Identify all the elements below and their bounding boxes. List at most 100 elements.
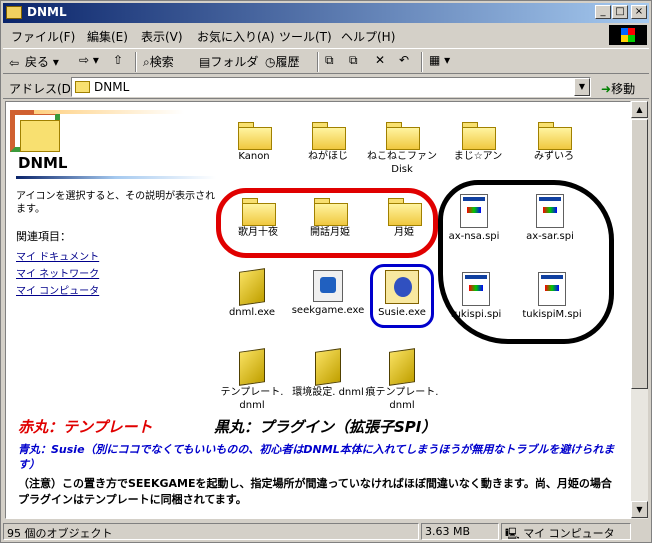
menu-file[interactable]: ファイル(F) <box>11 28 75 45</box>
views-icon: ▦ <box>429 53 441 67</box>
folder-icon <box>6 6 22 19</box>
vertical-scrollbar[interactable]: ▲ ▼ <box>631 101 648 519</box>
up-folder-button[interactable]: ⇧ <box>113 53 123 67</box>
go-button[interactable]: ➜移動 <box>601 80 635 97</box>
address-label: アドレス(D) <box>9 82 76 96</box>
folder-icon <box>462 122 496 150</box>
go-arrow-icon: ➜ <box>601 82 612 96</box>
go-label: 移動 <box>611 82 636 96</box>
item-label: テンプレート. dnml <box>220 387 284 411</box>
scroll-up-button[interactable]: ▲ <box>631 101 648 118</box>
minimize-button[interactable]: _ <box>595 5 611 19</box>
delete-icon: ✕ <box>375 53 386 67</box>
windows-logo-icon <box>609 25 647 45</box>
history-button[interactable]: ◷履歴 <box>265 53 300 70</box>
folder-icon <box>238 122 272 150</box>
dnml-book-icon <box>315 348 341 386</box>
folder-item-maji[interactable]: まじ☆アン <box>438 122 518 163</box>
back-arrow-icon: ⇦ <box>9 55 20 70</box>
item-label: seekgame.exe <box>291 305 365 316</box>
menu-view[interactable]: 表示(V) <box>141 28 183 45</box>
folder-title: DNML <box>18 154 68 172</box>
annotation-note: （注意）この置き方でSEEKGAMEを起動し、指定場所が間違っていなければほぼ間… <box>18 477 612 506</box>
item-label: みずいろ <box>534 151 574 162</box>
file-item-dnml-exe[interactable]: dnml.exe <box>212 268 292 319</box>
status-size: 3.63 MB <box>421 523 499 540</box>
file-item-seekgame[interactable]: seekgame.exe <box>288 270 368 317</box>
black-ring-annotation <box>438 180 614 344</box>
status-location: 🖳 マイ コンピュータ <box>501 523 631 540</box>
folders-button[interactable]: ▤フォルダ <box>199 53 258 70</box>
toolbar: ⇦ 戻る ▾ ⇨ ▾ ⇧ ⌕検索 ▤フォルダ ◷履歴 ⧉ ⧉ ✕ ↶ ▦ ▾ <box>3 48 649 74</box>
status-bar: 95 個のオブジェクト 3.63 MB 🖳 マイ コンピュータ <box>3 522 649 541</box>
blue-ring-annotation <box>370 264 434 328</box>
dnml-book-icon <box>239 268 265 306</box>
address-value: DNML <box>94 80 130 94</box>
file-item-kankyo[interactable]: 環境設定. dnml <box>288 348 368 399</box>
folder-icon <box>312 122 346 150</box>
undo-button[interactable]: ↶ <box>399 53 409 67</box>
folder-item-negahoji[interactable]: ねがほじ <box>288 122 368 163</box>
folder-icon <box>538 122 572 150</box>
move-to-button[interactable]: ⧉ <box>325 53 334 68</box>
dnml-book-icon <box>389 348 415 386</box>
seekgame-app-icon <box>313 270 343 302</box>
close-button[interactable]: × <box>631 5 647 19</box>
search-label: 検索 <box>149 55 174 69</box>
annotation-blue: 青丸：Susie（別にココでなくてもいいものの、初心者はDNML本体に入れてしま… <box>18 443 615 471</box>
annotation-red: 赤丸：テンプレート <box>18 418 153 436</box>
title-bar[interactable]: DNML _ □ × <box>3 3 649 23</box>
scroll-thumb[interactable] <box>631 119 648 389</box>
menu-bar: ファイル(F) 編集(E) 表示(V) お気に入り(A) ツール(T) ヘルプ(… <box>3 25 603 45</box>
title-rule <box>16 176 216 179</box>
delete-button[interactable]: ✕ <box>375 53 385 67</box>
link-my-network[interactable]: マイ ネットワーク <box>16 265 99 280</box>
item-label: ねこねこファン Disk <box>367 151 437 175</box>
copy-to-icon: ⧉ <box>349 53 358 67</box>
views-button[interactable]: ▦ ▾ <box>429 53 450 67</box>
banner-decoration <box>34 110 184 114</box>
toolbar-separator <box>135 52 137 72</box>
item-label: 環境設定. dnml <box>292 387 364 398</box>
menu-tools[interactable]: ツール(T) <box>279 28 332 45</box>
maximize-button[interactable]: □ <box>612 5 628 19</box>
link-my-documents[interactable]: マイ ドキュメント <box>16 248 99 263</box>
toolbar-separator <box>421 52 423 72</box>
move-to-icon: ⧉ <box>325 53 334 67</box>
selection-description: アイコンを選択すると、その説明が表示されます。 <box>16 191 216 215</box>
address-input[interactable]: DNML ▼ <box>71 77 591 97</box>
undo-icon: ↶ <box>399 53 410 67</box>
folder-icon <box>20 120 60 152</box>
folder-item-nekoneko[interactable]: ねこねこファン Disk <box>362 122 442 176</box>
folder-icon <box>386 122 420 150</box>
status-location-label: マイ コンピュータ <box>523 527 615 540</box>
folder-item-mizuiro[interactable]: みずいろ <box>514 122 594 163</box>
scroll-down-button[interactable]: ▼ <box>631 501 648 518</box>
folders-icon: ▤ <box>199 55 211 69</box>
forward-arrow-icon: ⇨ <box>79 53 90 67</box>
computer-icon: 🖳 <box>505 527 520 540</box>
back-button[interactable]: ⇦ 戻る ▾ <box>9 53 59 70</box>
file-item-template[interactable]: テンプレート. dnml <box>212 348 292 412</box>
folder-view[interactable]: DNML アイコンを選択すると、その説明が表示されます。 関連項目： マイ ドキ… <box>5 101 631 519</box>
menu-favorites[interactable]: お気に入り(A) <box>197 28 275 45</box>
search-button[interactable]: ⌕検索 <box>143 53 174 70</box>
forward-button[interactable]: ⇨ ▾ <box>79 53 99 67</box>
folder-item-kanon[interactable]: Kanon <box>214 122 294 163</box>
file-item-konseki[interactable]: 痕テンプレート. dnml <box>362 348 442 412</box>
history-label: 履歴 <box>275 55 300 69</box>
folder-icon <box>75 81 90 93</box>
address-bar: アドレス(D) DNML ▼ ➜移動 <box>3 75 649 99</box>
link-my-computer[interactable]: マイ コンピュータ <box>16 282 99 297</box>
menu-help[interactable]: ヘルプ(H) <box>341 28 395 45</box>
history-icon: ◷ <box>265 55 276 69</box>
explorer-window: DNML _ □ × ファイル(F) 編集(E) 表示(V) お気に入り(A) … <box>0 0 652 543</box>
copy-to-button[interactable]: ⧉ <box>349 53 358 68</box>
item-label: dnml.exe <box>228 307 276 318</box>
back-label: 戻る <box>25 55 50 69</box>
status-object-count: 95 個のオブジェクト <box>3 523 419 540</box>
window-title: DNML <box>27 5 67 19</box>
up-folder-icon: ⇧ <box>113 53 124 67</box>
menu-edit[interactable]: 編集(E) <box>87 28 128 45</box>
address-dropdown-button[interactable]: ▼ <box>574 78 590 96</box>
